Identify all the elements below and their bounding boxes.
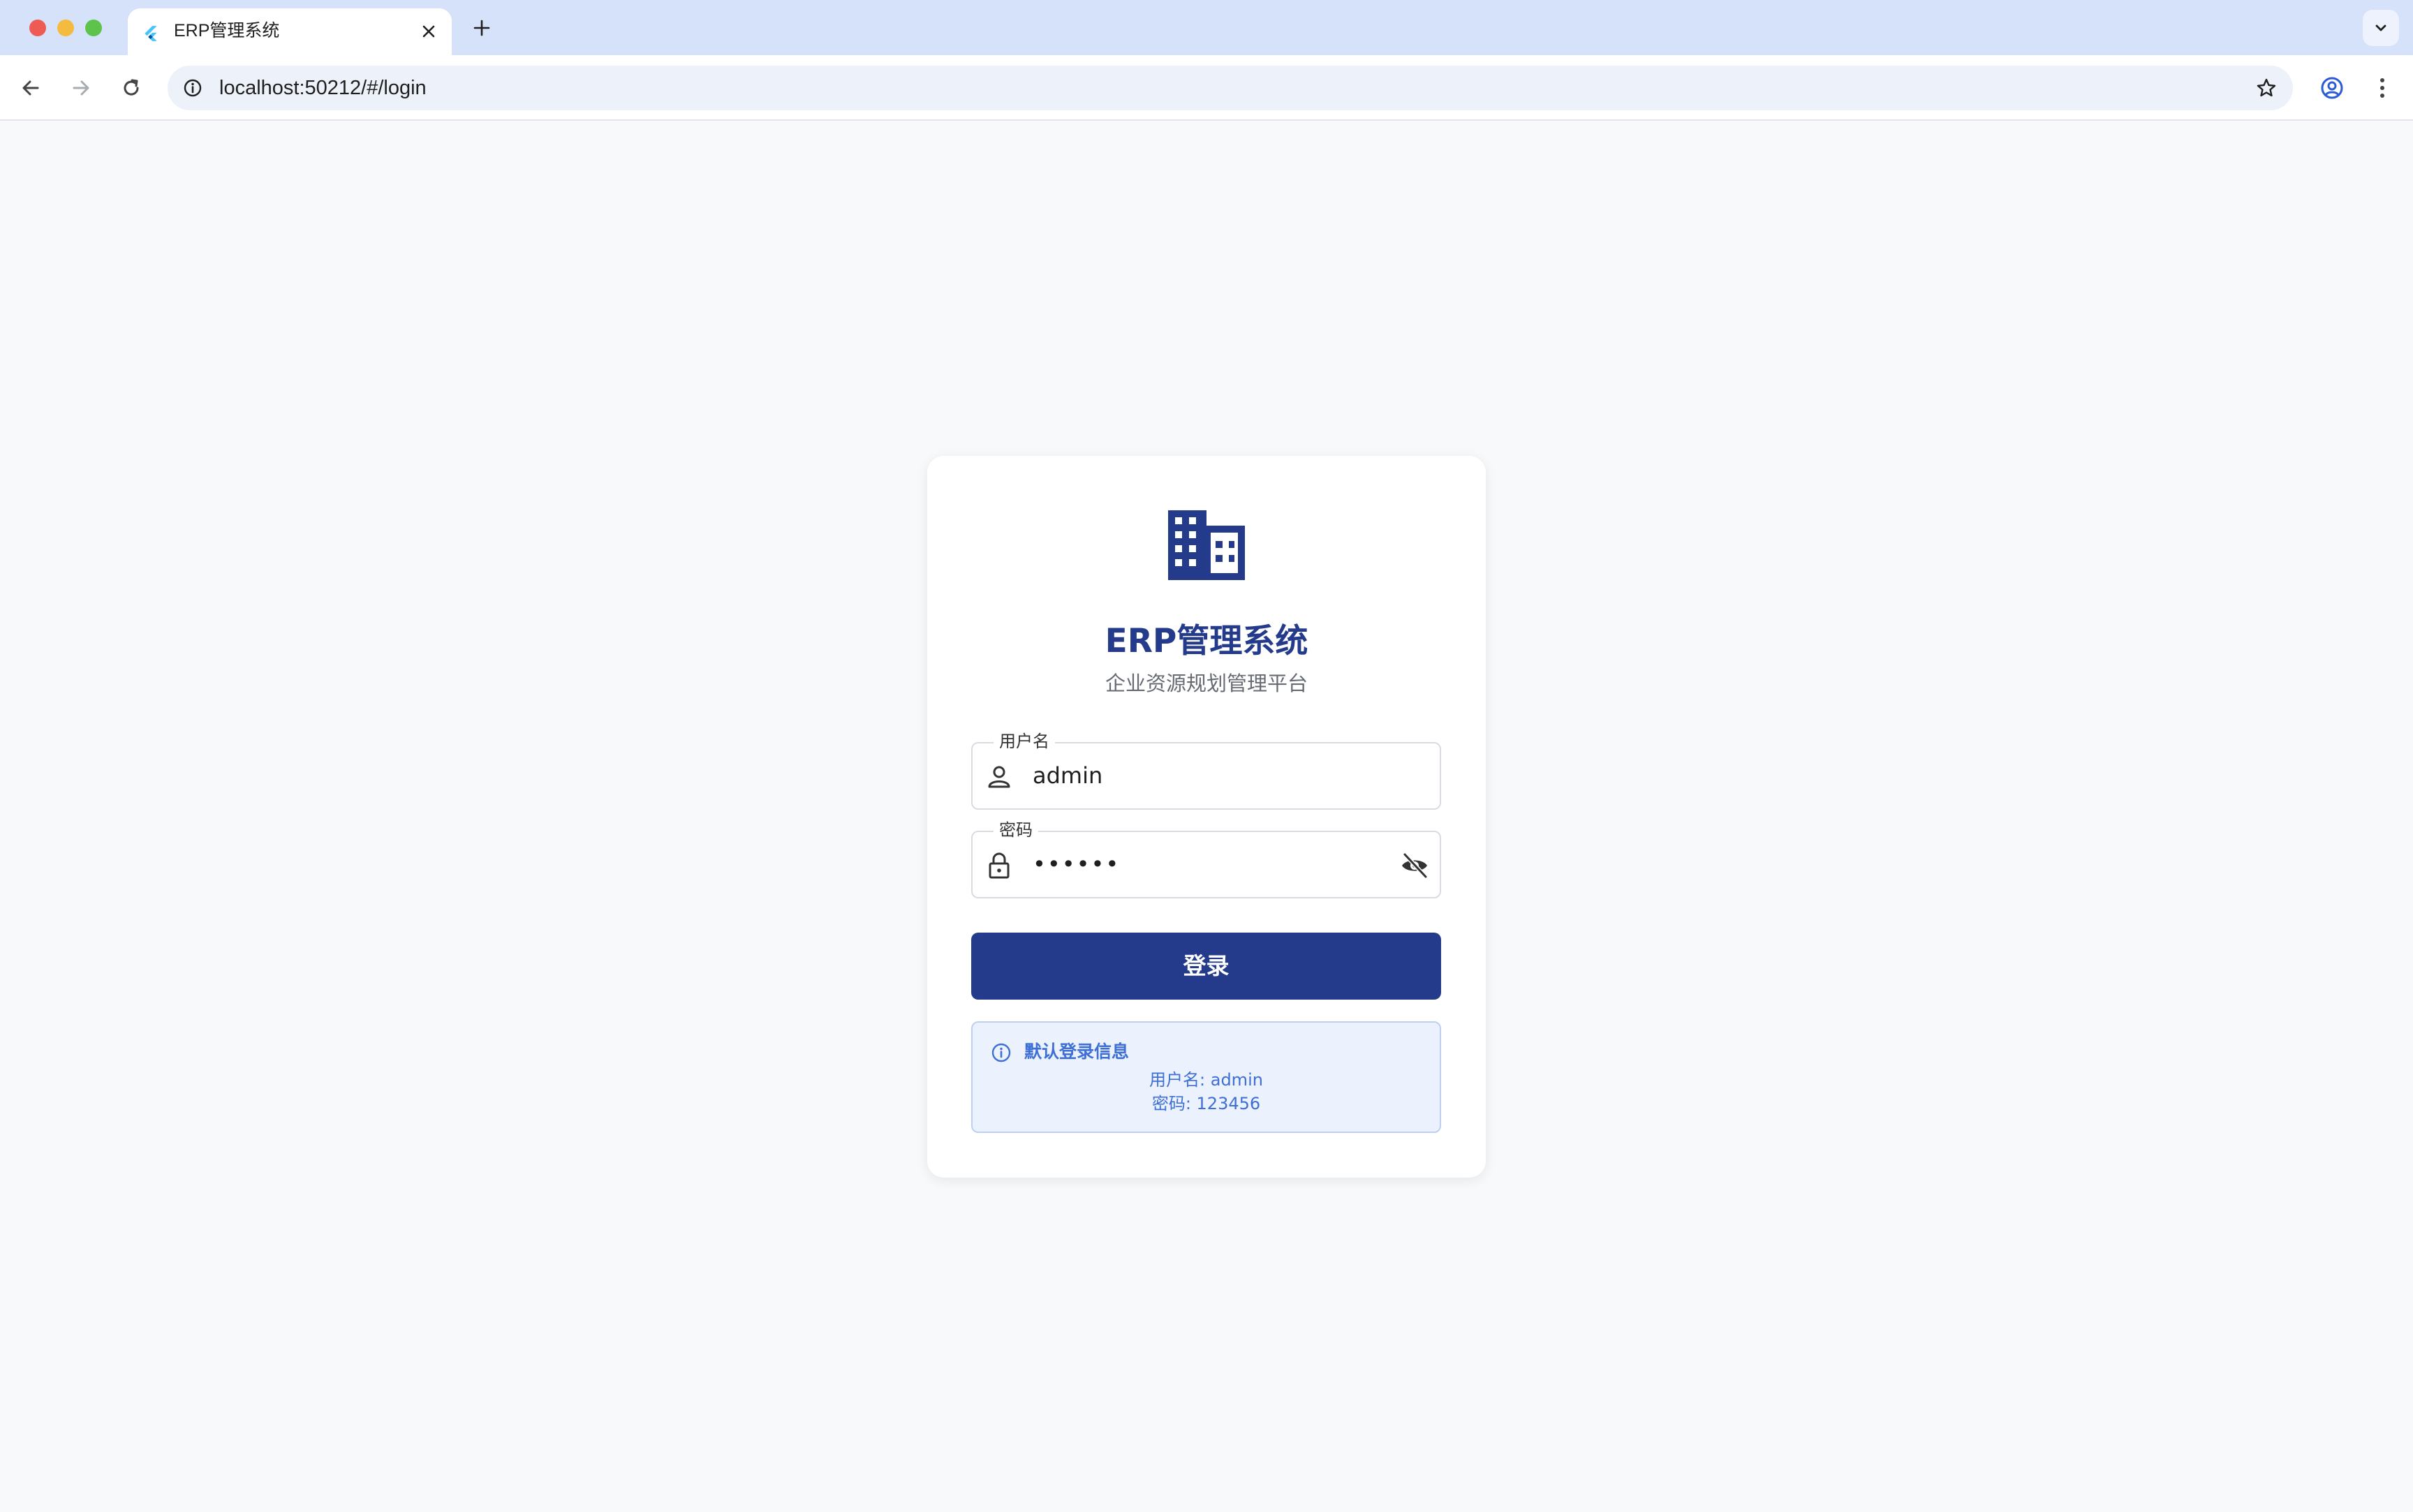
account-circle-icon[interactable] (2315, 71, 2349, 105)
password-field[interactable]: 密码 •••••• (971, 818, 1441, 898)
building-icon (1168, 510, 1245, 580)
chevron-down-icon[interactable] (2363, 10, 2399, 46)
app-subtitle: 企业资源规划管理平台 (1105, 672, 1308, 695)
tab-title: ERP管理系统 (174, 21, 280, 40)
lock-icon (989, 852, 1010, 879)
arrow-right-icon[interactable] (64, 71, 98, 105)
eye-off-icon[interactable] (1399, 850, 1430, 881)
username-input[interactable]: admin (1033, 743, 1102, 808)
username-field[interactable]: 用户名 admin (971, 729, 1441, 810)
app-title: ERP管理系统 (1105, 622, 1308, 660)
window-zoom-button[interactable] (85, 20, 102, 36)
star-icon[interactable] (2254, 75, 2279, 101)
browser-tab[interactable]: ERP管理系统 (128, 8, 452, 55)
password-input[interactable]: •••••• (1033, 832, 1120, 897)
info-title: 默认登录信息 (1024, 1042, 1130, 1062)
flutter-icon (145, 26, 157, 41)
person-icon (988, 766, 1010, 788)
info-password-line: 密码: 123456 (1151, 1094, 1261, 1113)
window-minimize-button[interactable] (57, 20, 74, 36)
default-credentials-box: 默认登录信息 用户名: admin 密码: 123456 (971, 1021, 1441, 1133)
info-username-line: 用户名: admin (1149, 1070, 1263, 1090)
address-bar[interactable]: localhost:50212/#/login (168, 66, 2293, 110)
plus-icon[interactable] (469, 15, 494, 40)
login-button[interactable]: 登录 (971, 933, 1441, 1000)
tab-strip: ERP管理系统 (0, 0, 2413, 55)
reload-icon[interactable] (115, 71, 148, 105)
page-content: ERP管理系统 企业资源规划管理平台 用户名 admin 密码 •••••• 登… (0, 121, 2413, 1512)
close-icon[interactable] (418, 21, 439, 42)
url-text[interactable]: localhost:50212/#/login (219, 66, 427, 110)
window-close-button[interactable] (29, 20, 46, 36)
kebab-menu-icon[interactable] (2366, 71, 2399, 105)
info-circle-icon (991, 1043, 1011, 1062)
login-card: ERP管理系统 企业资源规划管理平台 用户名 admin 密码 •••••• 登… (927, 456, 1486, 1178)
browser-toolbar: localhost:50212/#/login (0, 55, 2413, 121)
password-label: 密码 (994, 818, 1038, 842)
info-icon[interactable] (180, 75, 205, 101)
arrow-left-icon[interactable] (14, 71, 47, 105)
